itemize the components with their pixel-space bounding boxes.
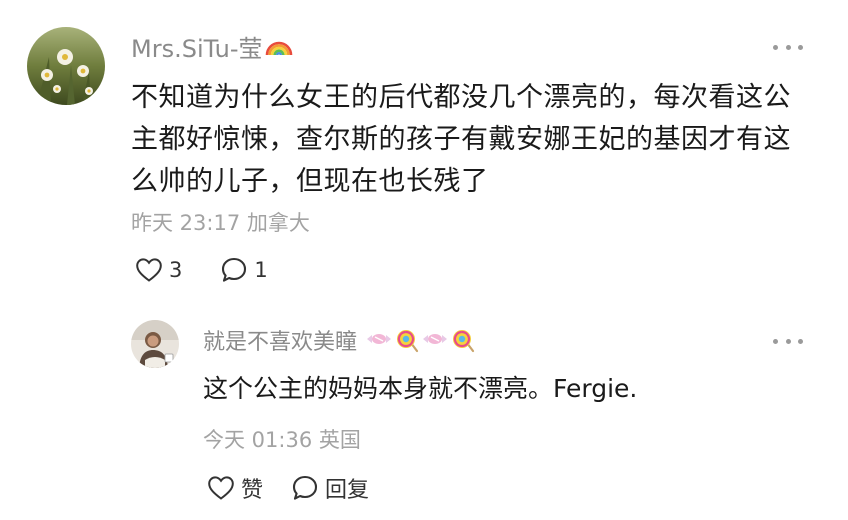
like-label: 赞 [241, 478, 264, 503]
comment-meta: 昨天 23:17 加拿大 [131, 211, 310, 235]
comment-text: 不知道为什么女王的后代都没几个漂亮的，每次看这公主都好惊悚，查尔斯的孩子有戴安娜… [131, 82, 791, 197]
username-text: Mrs.SiTu-莹 [131, 34, 263, 63]
reply-button[interactable]: 1 [220, 256, 268, 284]
more-options-icon[interactable] [773, 41, 803, 53]
person-avatar-image [131, 320, 179, 368]
heart-icon [135, 257, 163, 283]
like-count: 3 [169, 258, 183, 282]
candy-lollipop-icons [365, 327, 477, 353]
reply-count: 1 [254, 258, 268, 282]
reply-button[interactable]: 回复 [291, 472, 369, 504]
comment-meta: 今天 01:36 英国 [203, 428, 361, 452]
username[interactable]: 就是不喜欢美瞳 [203, 322, 477, 358]
comment-bubble-icon [291, 474, 319, 502]
comment-actions: 3 1 [135, 256, 268, 284]
reply-label: 回复 [325, 478, 370, 503]
avatar[interactable] [27, 27, 105, 105]
comment-actions: 赞 回复 [207, 472, 369, 504]
more-options-icon[interactable] [773, 335, 803, 347]
comment-text: 这个公主的妈妈本身就不漂亮。Fergie. [203, 374, 638, 403]
username[interactable]: Mrs.SiTu-莹 [131, 28, 293, 64]
like-button[interactable]: 赞 [207, 472, 263, 504]
rainbow-icon [265, 35, 293, 57]
heart-icon [207, 475, 235, 501]
daisy-flowers-avatar-image [27, 27, 105, 105]
comment-bubble-icon [220, 256, 248, 284]
avatar[interactable] [131, 320, 179, 368]
like-button[interactable]: 3 [135, 257, 182, 283]
username-text: 就是不喜欢美瞳 [203, 330, 358, 355]
